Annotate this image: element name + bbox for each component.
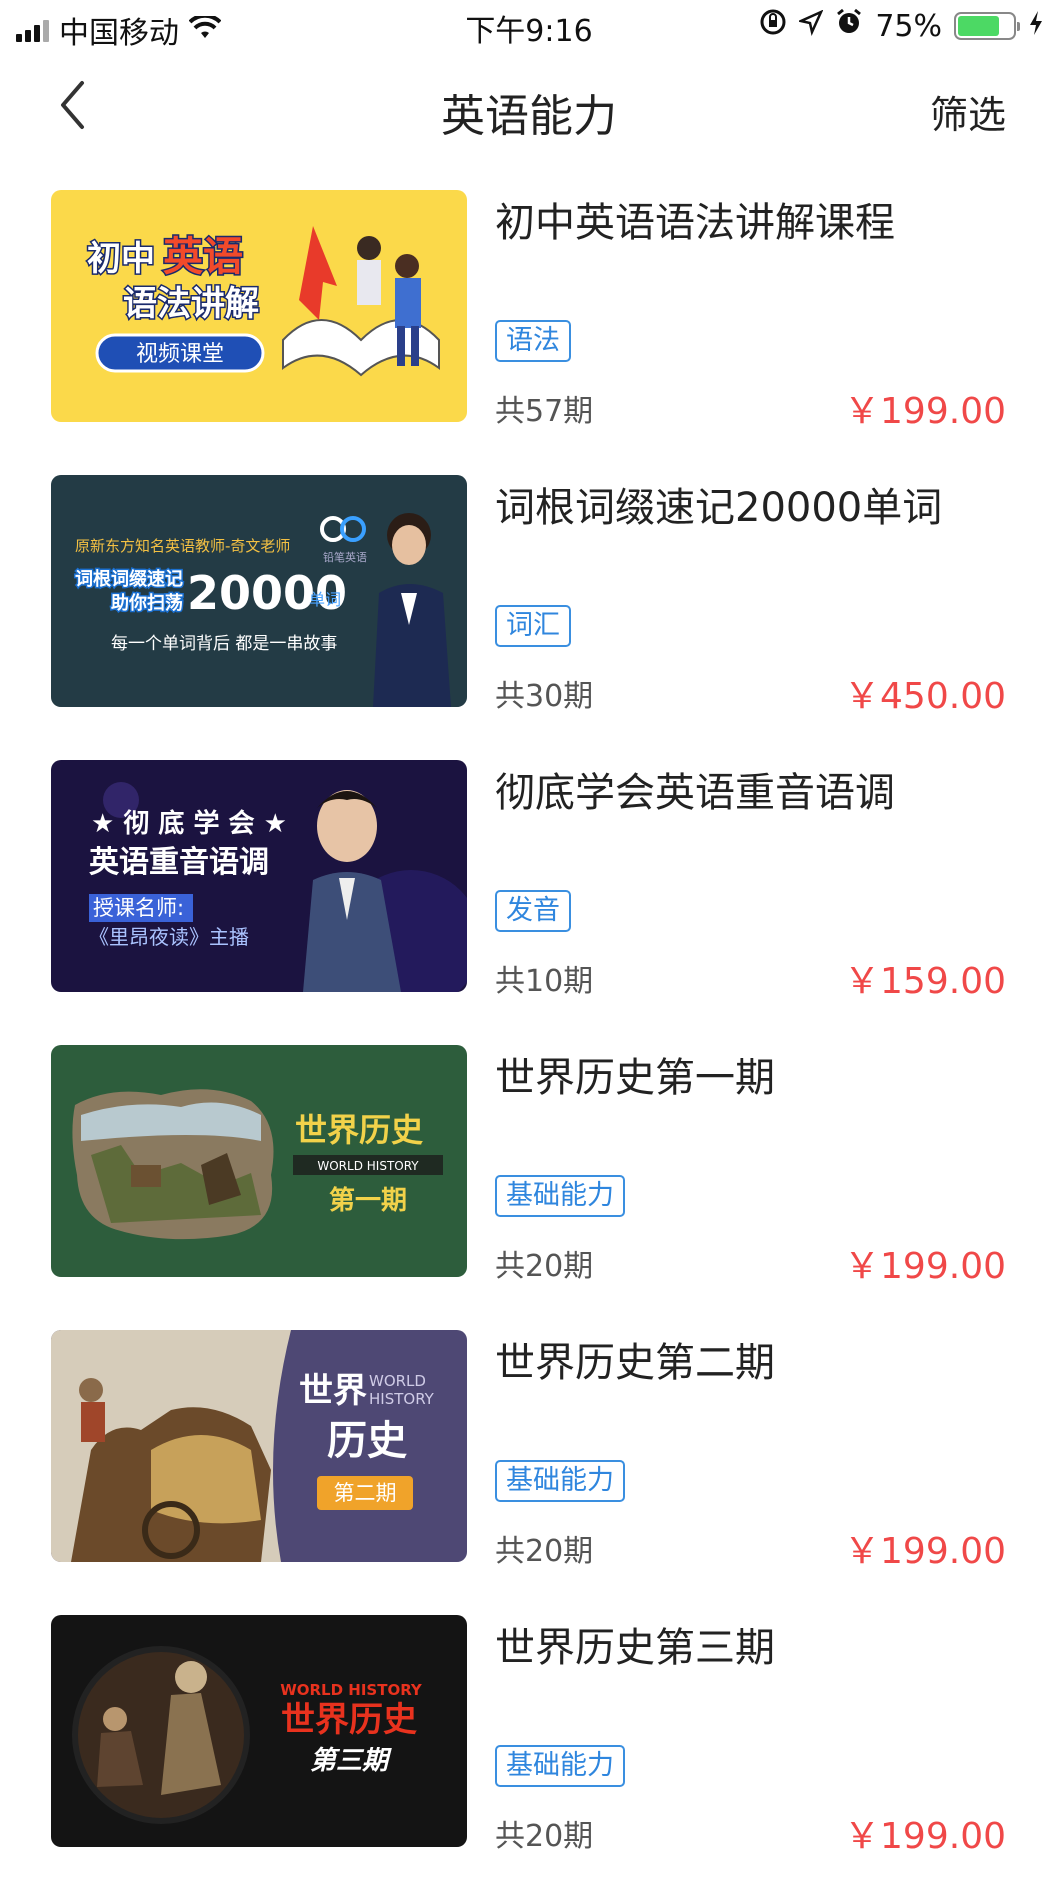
course-price: ￥199.00 xyxy=(844,1816,1006,1857)
svg-text:授课名师:: 授课名师: xyxy=(93,896,184,920)
course-item[interactable]: 世界历史 WORLD HISTORY 第一期 世界历史第一期 基础能力 共20期… xyxy=(0,1045,1058,1287)
svg-text:助你扫荡: 助你扫荡 xyxy=(111,592,183,614)
svg-text:铅笔英语: 铅笔英语 xyxy=(323,550,367,564)
svg-text:WORLD: WORLD xyxy=(369,1372,426,1390)
svg-text:WORLD HISTORY: WORLD HISTORY xyxy=(280,1681,423,1699)
episode-count: 共20期 xyxy=(495,1534,594,1569)
svg-text:词根词缀速记: 词根词缀速记 xyxy=(75,568,183,590)
course-title: 世界历史第二期 xyxy=(495,1340,775,1386)
course-price: ￥199.00 xyxy=(844,391,1006,432)
nav-bar: 英语能力 筛选 xyxy=(0,60,1058,150)
rotation-lock-icon xyxy=(759,8,787,44)
episode-count: 共20期 xyxy=(495,1819,594,1854)
episode-count: 共10期 xyxy=(495,964,594,999)
svg-text:视频课堂: 视频课堂 xyxy=(136,342,224,367)
svg-text:初中: 初中 xyxy=(87,239,155,279)
course-title: 彻底学会英语重音语调 xyxy=(495,770,895,816)
svg-text:世界历史: 世界历史 xyxy=(281,1700,417,1740)
battery-icon xyxy=(954,12,1020,40)
course-price: ￥450.00 xyxy=(844,676,1006,717)
page-title: 英语能力 xyxy=(441,91,617,142)
svg-text:每一个单词背后 都是一串故事: 每一个单词背后 都是一串故事 xyxy=(111,634,337,654)
course-cover-image: ★ 彻 底 学 会 ★ 英语重音语调 授课名师: 《里昂夜读》主播 xyxy=(51,760,467,992)
course-tag: 发音 xyxy=(495,890,571,932)
svg-text:WORLD HISTORY: WORLD HISTORY xyxy=(317,1159,419,1173)
course-tag: 基础能力 xyxy=(495,1460,625,1502)
course-item[interactable]: WORLD HISTORY 世界历史 第三期 世界历史第三期 基础能力 共20期… xyxy=(0,1615,1058,1857)
course-cover-image: 世界 WORLD HISTORY 历史 第二期 xyxy=(51,1330,467,1562)
status-bar: 中国移动 下午9:16 75% xyxy=(0,0,1058,54)
episode-count: 共20期 xyxy=(495,1249,594,1284)
alarm-icon xyxy=(835,8,863,44)
location-icon xyxy=(797,9,824,44)
course-item[interactable]: 世界 WORLD HISTORY 历史 第二期 世界历史第二期 基础能力 共20… xyxy=(0,1330,1058,1572)
course-item[interactable]: ★ 彻 底 学 会 ★ 英语重音语调 授课名师: 《里昂夜读》主播 彻底学会英语… xyxy=(0,760,1058,1002)
course-title: 词根词缀速记20000单词 xyxy=(495,485,943,531)
episode-count: 共30期 xyxy=(495,679,594,714)
course-tag: 基础能力 xyxy=(495,1745,625,1787)
svg-text:★ 彻 底 学 会 ★: ★ 彻 底 学 会 ★ xyxy=(91,808,287,839)
course-price: ￥199.00 xyxy=(844,1246,1006,1287)
svg-text:HISTORY: HISTORY xyxy=(369,1390,435,1408)
course-price: ￥199.00 xyxy=(844,1531,1006,1572)
svg-text:第一期: 第一期 xyxy=(329,1185,407,1216)
course-title: 世界历史第一期 xyxy=(495,1055,775,1101)
svg-text:历史: 历史 xyxy=(327,1418,407,1464)
course-item[interactable]: 原新东方知名英语教师-奇文老师 词根词缀速记 助你扫荡 20000 单词 每一个… xyxy=(0,475,1058,717)
svg-text:第二期: 第二期 xyxy=(334,1481,397,1505)
course-tag: 基础能力 xyxy=(495,1175,625,1217)
battery-percent: 75% xyxy=(875,8,942,44)
course-price: ￥159.00 xyxy=(844,961,1006,1002)
svg-text:世界历史: 世界历史 xyxy=(295,1111,423,1149)
svg-text:英语重音语调: 英语重音语调 xyxy=(89,845,269,880)
svg-text:世界: 世界 xyxy=(299,1371,367,1411)
course-cover-image: 原新东方知名英语教师-奇文老师 词根词缀速记 助你扫荡 20000 单词 每一个… xyxy=(51,475,467,707)
svg-text:第三期: 第三期 xyxy=(310,1746,392,1776)
course-tag: 词汇 xyxy=(495,605,571,647)
course-title: 初中英语语法讲解课程 xyxy=(495,200,895,246)
course-title: 世界历史第三期 xyxy=(495,1625,775,1671)
course-item[interactable]: 初中 英语 语法讲解 视频课堂 初中英语语法讲解课程 语法 共57期 ￥199.… xyxy=(0,190,1058,432)
course-cover-image: WORLD HISTORY 世界历史 第三期 xyxy=(51,1615,467,1847)
course-cover-image: 初中 英语 语法讲解 视频课堂 xyxy=(51,190,467,422)
svg-text:单词: 单词 xyxy=(309,590,341,609)
svg-text:原新东方知名英语教师-奇文老师: 原新东方知名英语教师-奇文老师 xyxy=(75,537,290,555)
charging-icon xyxy=(1028,9,1044,44)
svg-text:英语: 英语 xyxy=(163,234,243,280)
episode-count: 共57期 xyxy=(495,394,594,429)
svg-text:《里昂夜读》主播: 《里昂夜读》主播 xyxy=(89,925,249,949)
filter-button[interactable]: 筛选 xyxy=(930,84,1006,139)
course-cover-image: 世界历史 WORLD HISTORY 第一期 xyxy=(51,1045,467,1277)
course-tag: 语法 xyxy=(495,320,571,362)
svg-text:语法讲解: 语法讲解 xyxy=(123,284,259,324)
